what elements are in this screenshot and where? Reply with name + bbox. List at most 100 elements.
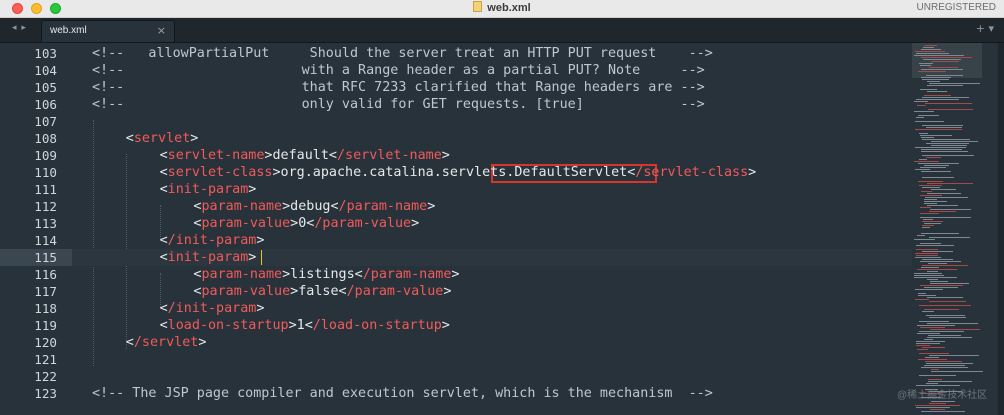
gutter: 112 [0,198,72,215]
minimap-line [921,171,951,172]
minimap-line [930,409,945,410]
minimap-line [918,293,926,294]
minimap-line [921,149,962,150]
gutter: 123 [0,385,72,402]
code-line[interactable]: 109 <servlet-name>default</servlet-name> [0,147,912,164]
gutter: 106 [0,96,72,113]
tab-label: web.xml [50,25,87,36]
minimap[interactable] [912,43,998,415]
code-line[interactable]: 104 <!-- with a Range header as a partial… [0,62,912,79]
gutter: 122 [0,368,72,385]
xml-file-icon [473,1,483,12]
minimap-line [925,197,968,198]
minimap-line [922,125,963,126]
minimap-line [918,115,939,116]
code-line[interactable]: 123 <!-- The JSP page compiler and execut… [0,385,912,402]
code-text: <init-param> [159,182,257,197]
minimap-line [924,287,958,288]
tab-bar: ◂ ▸ web.xml × + ▾ [0,18,1004,43]
gutter: 116 [0,266,72,283]
code-line[interactable]: 105 <!-- that RFC 7233 clarified that Ran… [0,79,912,96]
code-line[interactable]: 110 <servlet-class>org.apache.catalina.se… [0,164,912,181]
minimap-line [924,309,959,310]
text-caret [261,250,262,265]
code-text: <param-name>debug</param-name> [193,199,436,214]
line-number: 104 [34,63,57,78]
code-line[interactable]: 103 <!-- allowPartialPut Should the serve… [0,45,912,62]
minimap-line [922,227,930,228]
minimap-line [921,151,968,152]
minimap-line [918,295,936,296]
tab-nav-arrows-icon[interactable]: ◂ ▸ [12,23,27,33]
code-line[interactable]: 119 <load-on-startup>1</load-on-startup> [0,317,912,334]
line-number: 118 [34,301,57,316]
minimap-line [914,239,935,240]
code-line[interactable]: 120 </servlet> [0,334,912,351]
code-line[interactable]: 118 </init-param> [0,300,912,317]
minimap-line [925,361,962,362]
tab-controls[interactable]: + ▾ [976,22,994,35]
minimap-line [918,181,943,182]
minimap-line [921,69,963,70]
code-line[interactable]: 121 [0,351,912,368]
code-text: <servlet-name>default</servlet-name> [159,148,450,163]
line-number: 108 [34,131,57,146]
code-line[interactable]: 116 <param-name>listings</param-name> [0,266,912,283]
minimap-line [920,327,945,328]
minimap-line [931,401,955,402]
minimap-line [923,47,934,48]
minimap-line [916,99,959,100]
code-line[interactable]: 106 <!-- only valid for GET requests. [tr… [0,96,912,113]
line-number: 103 [34,46,57,61]
code-line[interactable]: 115 <init-param> [0,249,912,266]
minimap-line [921,57,972,58]
minimap-line [920,207,931,208]
line-number: 105 [34,80,57,95]
minimap-line [917,269,957,270]
window-title: web.xml [0,1,1004,14]
gutter: 111 [0,181,72,198]
minimap-line [927,85,963,86]
minimap-line [922,177,954,178]
code-editor[interactable]: 103 <!-- allowPartialPut Should the serve… [0,43,912,415]
code-text: </init-param> [159,233,265,248]
minimap-line [927,337,972,338]
code-line[interactable]: 112 <param-name>debug</param-name> [0,198,912,215]
code-line[interactable]: 114 </init-param> [0,232,912,249]
minimap-line [921,49,941,50]
code-line[interactable]: 108 <servlet> [0,130,912,147]
minimap-line [917,333,940,334]
minimap-line [915,299,929,300]
unregistered-badge: UNREGISTERED [916,2,996,13]
minimap-line [929,355,979,356]
code-line[interactable]: 117 <param-value>false</param-value> [0,283,912,300]
minimap-line [931,145,967,146]
minimap-line [928,263,947,264]
minimap-line [925,103,972,104]
code-text: <!-- that RFC 7233 clarified that Range … [92,80,705,95]
minimap-line [931,369,939,370]
tab-close-icon[interactable]: × [157,24,166,37]
code-text: <!-- The JSP page compiler and execution… [92,386,713,401]
code-text: </init-param> [159,301,265,316]
gutter: 108 [0,130,72,147]
tab-web-xml[interactable]: web.xml × [41,20,175,42]
gutter: 104 [0,62,72,79]
code-line[interactable]: 113 <param-value>0</param-value> [0,215,912,232]
watermark: @稀土掘金技术社区 [897,390,988,401]
code-line[interactable]: 107 [0,113,912,130]
code-line[interactable]: 111 <init-param> [0,181,912,198]
minimap-line [928,379,942,380]
minimap-line [920,243,941,244]
minimap-line [929,211,956,212]
minimap-line [922,187,940,188]
code-line[interactable]: 122 [0,368,912,385]
minimap-line [929,301,966,302]
minimap-line [927,205,958,206]
line-number: 123 [34,386,57,401]
minimap-line [926,75,963,76]
vertical-scrollbar[interactable] [998,43,1004,415]
minimap-line [914,275,944,276]
minimap-line [915,129,962,130]
minimap-line [919,331,964,332]
